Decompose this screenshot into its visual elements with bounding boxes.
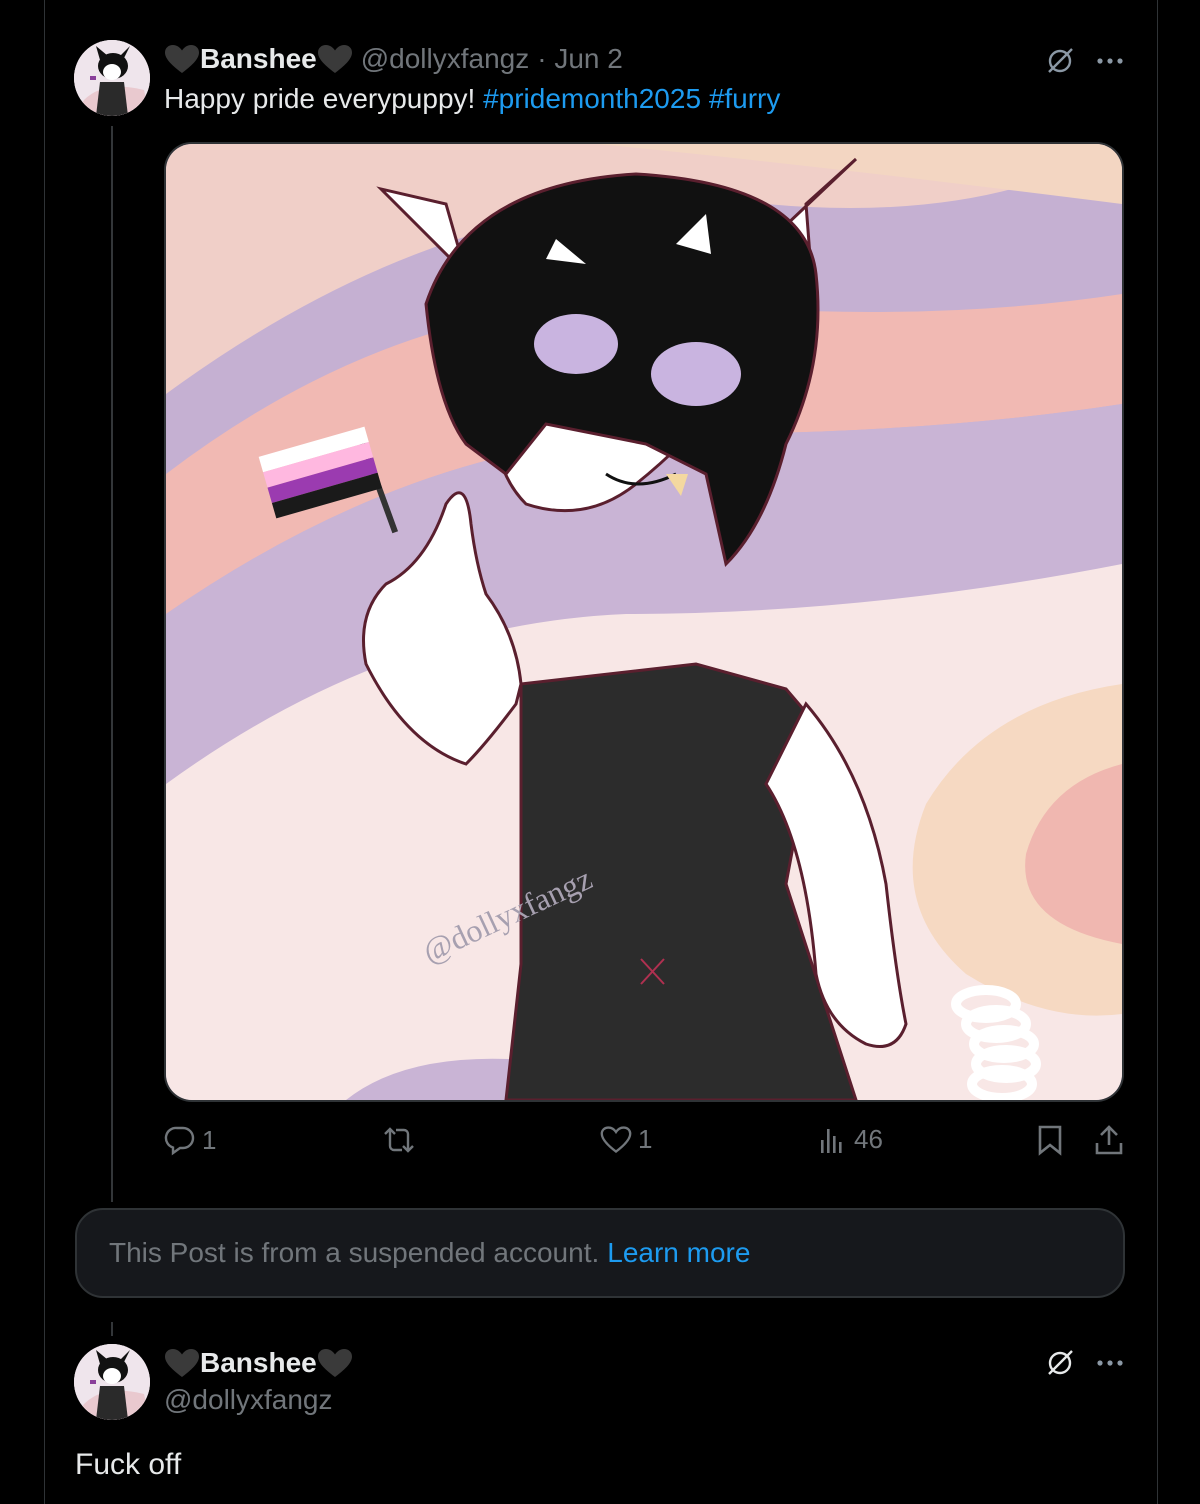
notice-text: This Post is from a suspended account. <box>109 1237 600 1268</box>
timeline-right-border <box>1157 0 1158 1504</box>
learn-more-link[interactable]: Learn more <box>607 1237 750 1269</box>
thread-connector-line-lower <box>111 1322 113 1336</box>
display-name[interactable]: Banshee <box>200 1347 317 1379</box>
share-icon <box>1095 1125 1123 1155</box>
handle[interactable]: @dollyxfangz <box>164 1384 333 1416</box>
hashtag-link[interactable]: #furry <box>709 83 781 114</box>
black-heart-icon <box>164 44 200 74</box>
display-name[interactable]: Banshee <box>200 43 317 75</box>
reply-button[interactable]: 1 <box>164 1124 216 1156</box>
post-text-body: Happy pride everypuppy! <box>164 83 476 114</box>
post-text: Happy pride everypuppy! #pridemonth2025 … <box>164 83 780 115</box>
bookmark-icon <box>1038 1125 1062 1156</box>
timeline-left-border <box>44 0 45 1504</box>
avatar[interactable] <box>74 1344 150 1420</box>
more-icon[interactable] <box>1090 1346 1130 1380</box>
views-icon <box>821 1128 842 1153</box>
grok-icon[interactable] <box>1040 1346 1080 1380</box>
black-heart-icon <box>317 1348 353 1378</box>
reply-author-row: Banshee <box>164 1344 353 1382</box>
repost-icon <box>384 1127 414 1153</box>
post-author-row: Banshee @dollyxfangz · Jun 2 <box>164 40 623 78</box>
reply-text: Fuck off <box>75 1448 182 1481</box>
avatar[interactable] <box>74 40 150 116</box>
black-heart-icon <box>164 1348 200 1378</box>
post-date[interactable]: · Jun 2 <box>537 43 623 75</box>
bookmark-button[interactable] <box>1036 1124 1064 1156</box>
thread-connector-line <box>111 126 113 1202</box>
handle[interactable]: @dollyxfangz <box>361 43 530 75</box>
suspended-account-notice: This Post is from a suspended account. L… <box>75 1208 1125 1298</box>
views-count: 46 <box>854 1124 883 1154</box>
post-image[interactable]: @dollyxfangz <box>164 142 1124 1102</box>
like-count: 1 <box>638 1124 653 1154</box>
reply-icon <box>164 1126 195 1156</box>
reply-count: 1 <box>202 1124 217 1155</box>
repost-button[interactable] <box>382 1124 422 1156</box>
more-icon[interactable] <box>1090 44 1130 78</box>
like-button[interactable]: 1 <box>600 1124 652 1155</box>
like-icon <box>600 1125 632 1153</box>
black-heart-icon <box>317 44 353 74</box>
grok-icon[interactable] <box>1040 44 1080 78</box>
views-button[interactable]: 46 <box>818 1124 883 1155</box>
share-button[interactable] <box>1094 1124 1124 1156</box>
hashtag-link[interactable]: #pridemonth2025 <box>483 83 701 114</box>
